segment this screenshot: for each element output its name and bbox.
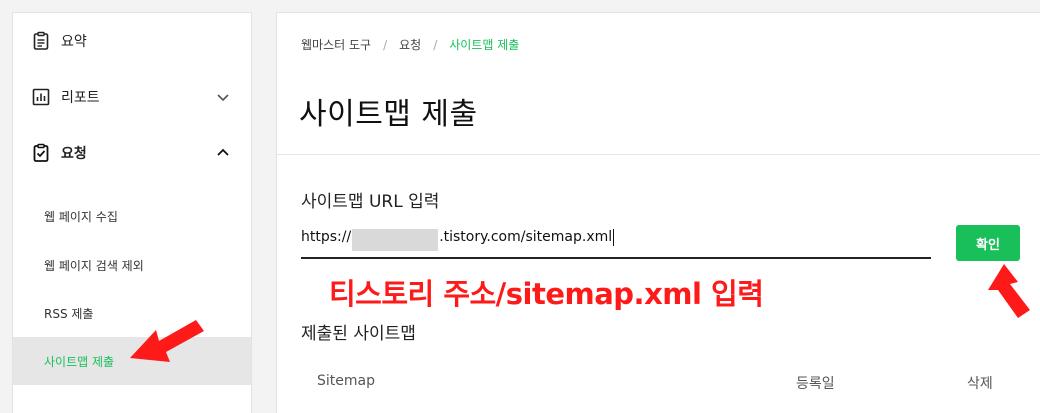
sidebar-subitem-web-page-exclude[interactable]: 웹 페이지 검색 제외 [13, 241, 251, 289]
breadcrumb: 웹마스터 도구 / 요청 / 사이트맵 제출 [301, 36, 519, 53]
breadcrumb-separator: / [433, 37, 438, 52]
table-header: Sitemap 등록일 삭제 [277, 373, 1040, 397]
submitted-sitemaps-label: 제출된 사이트맵 [301, 324, 416, 344]
breadcrumb-item-current: 사이트맵 제출 [449, 38, 520, 52]
column-delete: 삭제 [967, 376, 993, 392]
page-title: 사이트맵 제출 [299, 97, 478, 132]
clipboard-check-icon [31, 143, 51, 163]
clipboard-icon [31, 31, 51, 51]
confirm-button[interactable]: 확인 [956, 225, 1020, 261]
annotation-arrow-up-icon [988, 264, 1030, 318]
main-panel: 웹마스터 도구 / 요청 / 사이트맵 제출 사이트맵 제출 사이트맵 URL … [276, 12, 1040, 413]
url-value-suffix: .tistory.com/sitemap.xml [439, 229, 613, 245]
url-value-prefix: https:// [301, 229, 352, 245]
sidebar-subitem-label: 웹 페이지 검색 제외 [44, 258, 144, 273]
sidebar-subitem-label: 웹 페이지 수집 [44, 209, 118, 224]
redacted-blog-name [352, 229, 439, 251]
sidebar-item-label: 요약 [61, 34, 87, 50]
sidebar-subitem-label: 사이트맵 제출 [44, 354, 115, 369]
sidebar-item-label: 요청 [61, 146, 87, 162]
text-caret [613, 229, 615, 246]
sitemap-url-label: 사이트맵 URL 입력 [301, 192, 440, 212]
chevron-up-icon[interactable] [215, 145, 231, 161]
sitemap-url-input[interactable]: https:// .tistory.com/sitemap.xml [301, 229, 931, 259]
column-sitemap: Sitemap [317, 373, 375, 389]
annotation-arrow-left-icon [130, 320, 204, 362]
sidebar-item-label: 리포트 [61, 90, 100, 106]
sidebar-item-summary[interactable]: 요약 [13, 13, 251, 69]
breadcrumb-item-webmaster-tools[interactable]: 웹마스터 도구 [301, 36, 371, 53]
sidebar-item-request[interactable]: 요청 [13, 125, 251, 181]
sidebar-subitem-label: RSS 제출 [44, 306, 94, 321]
bar-chart-icon [31, 87, 51, 107]
divider [277, 154, 1040, 155]
sidebar-subitem-web-page-collect[interactable]: 웹 페이지 수집 [13, 192, 251, 240]
chevron-down-icon[interactable] [215, 89, 231, 105]
breadcrumb-separator: / [383, 37, 388, 52]
breadcrumb-item-request[interactable]: 요청 [399, 36, 421, 53]
annotation-text: 티스토리 주소/sitemap.xml 입력 [329, 277, 764, 311]
column-registered-date: 등록일 [796, 376, 835, 392]
sidebar-item-report[interactable]: 리포트 [13, 69, 251, 125]
